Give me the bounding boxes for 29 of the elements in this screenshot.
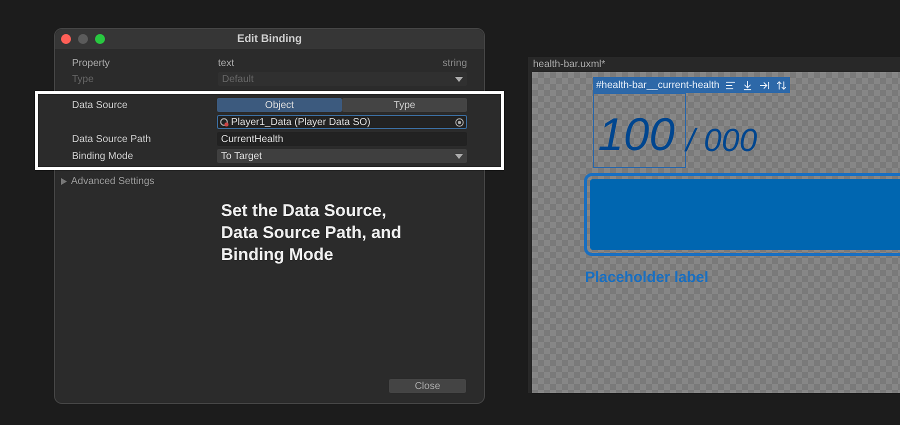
property-label: Property [72,56,111,70]
binding-mode-dropdown[interactable]: To Target [217,149,467,163]
align-left-icon[interactable] [725,80,736,90]
property-value: text [218,56,236,70]
annotation-text: Set the Data Source, Data Source Path, and Binding Mode [221,200,402,266]
segment-tab[interactable]: Type [342,98,467,112]
align-right-icon[interactable] [759,80,770,90]
selection-label: #health-bar__current-health [596,78,720,92]
current-health-text: 100 [598,110,675,156]
document-tab[interactable]: health-bar.uxml* [528,57,900,72]
type-label: Type [72,72,95,86]
max-health-text: / 000 [686,124,758,156]
object-field[interactable]: Player1_Data (Player Data SO) [217,115,467,129]
segment-tab[interactable]: Object [217,98,342,112]
advanced-settings-foldout[interactable]: Advanced Settings [55,174,484,188]
path-input-field[interactable]: CurrentHealth [217,132,467,146]
stretch-vertical-icon[interactable] [776,80,788,90]
data-source-label: Data Source [72,98,129,112]
data-source-path-label: Data Source Path [72,132,152,146]
dropdown-caret-icon [455,76,463,82]
type-hint: string [442,56,467,70]
binding-mode-label: Binding Mode [72,150,134,164]
placeholder-label: Placeholder label [585,268,708,288]
align-bottom-icon[interactable] [742,80,754,90]
scriptable-object-icon [220,118,229,126]
dropdown-caret-icon [455,154,463,158]
close-button[interactable]: Close [389,379,466,393]
window-title: Edit Binding [237,32,303,47]
object-picker-icon[interactable] [455,118,464,126]
